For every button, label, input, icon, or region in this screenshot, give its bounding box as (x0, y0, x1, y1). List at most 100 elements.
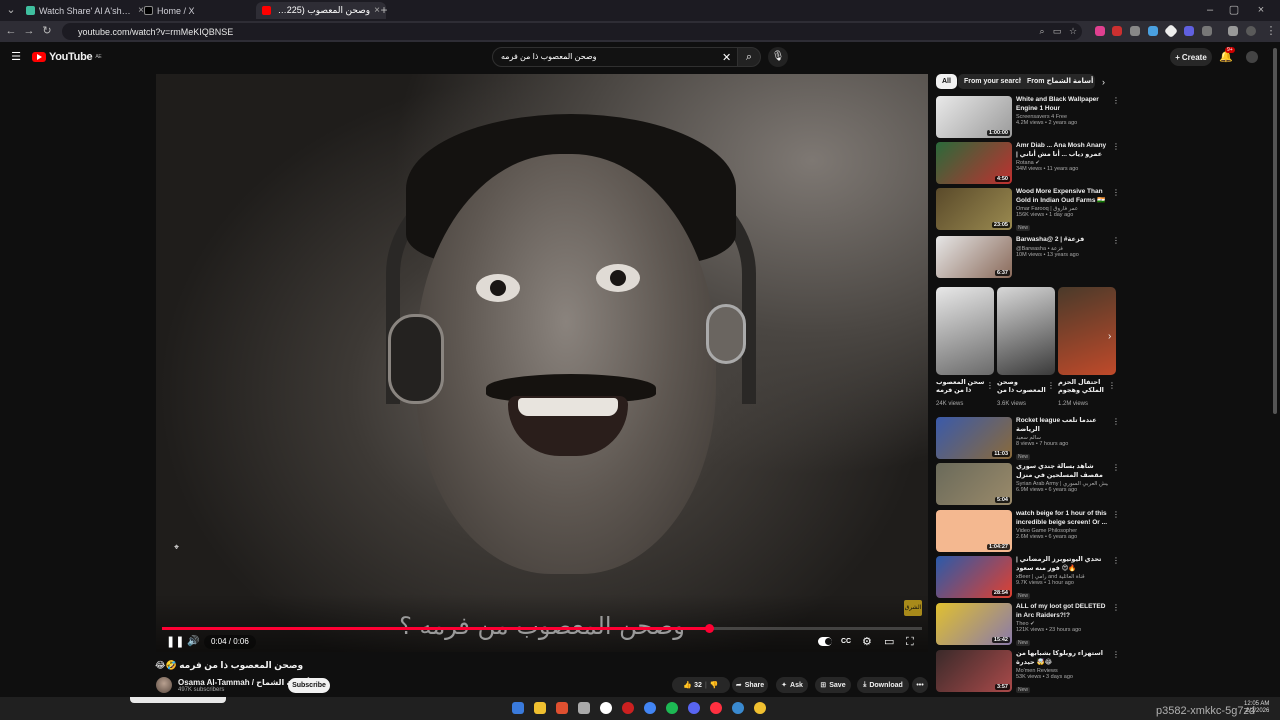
video-thumbnail[interactable]: 4:50 (936, 142, 1012, 184)
short-title[interactable]: احتفال الحزم الملكي وهجوم (1058, 379, 1108, 395)
short-title[interactable]: وصحن المعصوب ذا من فرمه؟ (997, 379, 1047, 395)
video-title[interactable]: تحدي اليوتيوبرز الرمضاني | فوز منه سعود … (1016, 556, 1108, 573)
maximize-icon[interactable]: ▢ (1227, 3, 1241, 17)
kebab-menu-icon[interactable]: ⋮ (1112, 556, 1120, 565)
kebab-menu-icon[interactable]: ⋮ (1112, 463, 1120, 472)
video-title[interactable]: Wood More Expensive Than Gold in Indian … (1016, 188, 1108, 205)
extension-icon[interactable] (1163, 23, 1179, 39)
kebab-menu-icon[interactable]: ⋮ (1112, 142, 1120, 151)
bookmark-star-icon[interactable]: ☆ (1066, 24, 1080, 38)
volume-icon[interactable]: 🔊 (187, 635, 199, 649)
search-input[interactable]: وصحن المعصوب ذا من فرمه (492, 47, 738, 67)
taskbar-app-icon[interactable] (710, 702, 722, 714)
ask-button[interactable]: ✦ Ask (776, 677, 808, 693)
forward-icon[interactable]: → (22, 24, 36, 38)
kebab-menu-icon[interactable]: ⋮ (1108, 381, 1116, 390)
video-title[interactable]: Rocket league عندما تلعب الرياضة (1016, 417, 1108, 434)
taskbar-app-icon[interactable] (644, 702, 656, 714)
save-button[interactable]: ⊞ Save (815, 677, 851, 693)
reload-icon[interactable]: ↻ (40, 24, 54, 38)
settings-gear-icon[interactable]: ⚙ (862, 635, 872, 649)
browser-tab-2-active[interactable]: وصحن المعصوب (1225) ذا × (256, 2, 386, 19)
search-button[interactable]: ⌕ (737, 47, 761, 67)
new-tab-button[interactable]: + (377, 3, 391, 17)
channel-watermark[interactable]: الشرق (904, 600, 922, 616)
back-icon[interactable]: ← (4, 24, 18, 38)
kebab-menu-icon[interactable]: ⋮ (1047, 381, 1055, 390)
channel-avatar[interactable] (156, 677, 172, 693)
recommended-video[interactable]: 28:54 تحدي اليوتيوبرز الرمضاني | فوز منه … (936, 556, 1121, 599)
taskbar-app-icon[interactable] (622, 702, 634, 714)
taskbar-app-icon[interactable] (578, 702, 590, 714)
video-title[interactable]: استهزاء روبلوكا بشبابها من حيدرة 🤯😂 (1016, 650, 1108, 667)
subscribe-button[interactable]: Subscribe (288, 678, 330, 693)
recommended-video[interactable]: 4:50 Amr Diab ... Ana Mosh Anany | عمرو د… (936, 142, 1121, 184)
tab-list-icon[interactable]: ⌄ (4, 3, 18, 17)
captions-button[interactable]: CC (841, 635, 851, 649)
notifications-button[interactable]: 🔔 9+ (1219, 47, 1235, 63)
video-thumbnail[interactable]: 23:05 (936, 188, 1012, 230)
video-thumbnail[interactable]: 11:03 (936, 417, 1012, 459)
video-title[interactable]: Barwasha@ 2 | #فزعة (1016, 236, 1108, 245)
pause-button[interactable]: ❚❚ (166, 635, 184, 649)
kebab-menu-icon[interactable]: ⋮ (1112, 417, 1120, 426)
video-thumbnail[interactable]: 5:04 (936, 463, 1012, 505)
short-thumbnail[interactable] (936, 287, 994, 375)
download-button[interactable]: ⤓ Download (857, 677, 909, 693)
page-scrollbar[interactable] (1273, 48, 1277, 414)
cast-icon[interactable]: ▭ (1050, 24, 1064, 38)
recommended-video[interactable]: 3:57 استهزاء روبلوكا بشبابها من حيدرة 🤯😂 M… (936, 650, 1121, 693)
windows-start-icon[interactable] (512, 702, 524, 714)
extension-icon[interactable] (1112, 26, 1122, 36)
hamburger-menu-icon[interactable]: ☰ (9, 50, 23, 64)
recommended-video[interactable]: 11:03 Rocket league عندما تلعب الرياضة سال… (936, 417, 1121, 460)
clear-search-icon[interactable]: ✕ (722, 51, 731, 64)
recommended-video[interactable]: 1:04:27 watch beige for 1 hour of this in… (936, 510, 1121, 552)
taskbar-app-icon[interactable] (754, 702, 766, 714)
video-thumbnail[interactable]: 6:37 (936, 236, 1012, 278)
video-thumbnail[interactable]: 15:42 (936, 603, 1012, 645)
video-title[interactable]: White and Black Wallpaper Engine 1 Hour (1016, 96, 1108, 113)
recommended-video[interactable]: 1:00:00 White and Black Wallpaper Engine … (936, 96, 1121, 138)
fullscreen-icon[interactable]: ⛶ (906, 635, 914, 649)
voice-search-button[interactable]: 🎙 (768, 47, 788, 67)
share-button[interactable]: ➦ Share (732, 677, 768, 693)
minimize-icon[interactable]: – (1203, 3, 1217, 17)
short-title[interactable]: سحن المعصوب ذا من فرمه (936, 379, 986, 395)
recommended-video[interactable]: 23:05 Wood More Expensive Than Gold in In… (936, 188, 1121, 231)
recommended-video[interactable]: 15:42 ALL of my loot got DELETED in Arc R… (936, 603, 1121, 646)
browser-tab-0[interactable]: Watch Share' Al A'sha - Season × (20, 2, 150, 19)
taskbar-app-icon[interactable] (534, 702, 546, 714)
create-button[interactable]: + Create (1170, 48, 1212, 66)
extensions-puzzle-icon[interactable] (1202, 26, 1212, 36)
video-thumbnail[interactable]: 1:04:27 (936, 510, 1012, 552)
video-thumbnail[interactable]: 28:54 (936, 556, 1012, 598)
kebab-menu-icon[interactable]: ⋮ (1112, 510, 1120, 519)
short-thumbnail[interactable] (997, 287, 1055, 375)
kebab-menu-icon[interactable]: ⋮ (1112, 603, 1120, 612)
browser-menu-icon[interactable]: ⋮ (1264, 24, 1278, 38)
account-avatar[interactable] (1246, 51, 1258, 63)
video-title[interactable]: Amr Diab ... Ana Mosh Anany | عمرو دياب … (1016, 142, 1108, 159)
profile-avatar[interactable] (1246, 26, 1256, 36)
more-actions-button[interactable]: ••• (912, 677, 928, 693)
chip-all[interactable]: All (936, 74, 957, 89)
taskbar-app-icon[interactable] (688, 702, 700, 714)
video-thumbnail[interactable]: 1:00:00 (936, 96, 1012, 138)
kebab-menu-icon[interactable]: ⋮ (1112, 236, 1120, 245)
recommended-video[interactable]: 5:04 شاهد بسالة جندي سوري مقصف المسلحين ف… (936, 463, 1121, 505)
video-title[interactable]: watch beige for 1 hour of this incredibl… (1016, 510, 1108, 527)
shorts-next-chevron-icon[interactable]: › (1108, 331, 1111, 342)
kebab-menu-icon[interactable]: ⋮ (1112, 188, 1120, 197)
chevron-right-icon[interactable]: › (1102, 77, 1105, 87)
kebab-menu-icon[interactable]: ⋮ (1112, 96, 1120, 105)
kebab-menu-icon[interactable]: ⋮ (1112, 650, 1120, 659)
video-player[interactable]: وصحن المعصوب من فرمه ؟ الشرق ❚❚ 🔊 0:04 /… (156, 74, 928, 652)
chip-from-your-search[interactable]: From your search (958, 74, 1030, 89)
like-button[interactable]: 👍 32 (683, 681, 701, 689)
video-title[interactable]: شاهد بسالة جندي سوري مقصف المسلحين في من… (1016, 463, 1108, 480)
dislike-button[interactable]: 👎 (710, 681, 719, 689)
extension-icon[interactable] (1130, 26, 1140, 36)
progress-bar[interactable] (162, 624, 922, 633)
extension-icon[interactable] (1095, 26, 1105, 36)
